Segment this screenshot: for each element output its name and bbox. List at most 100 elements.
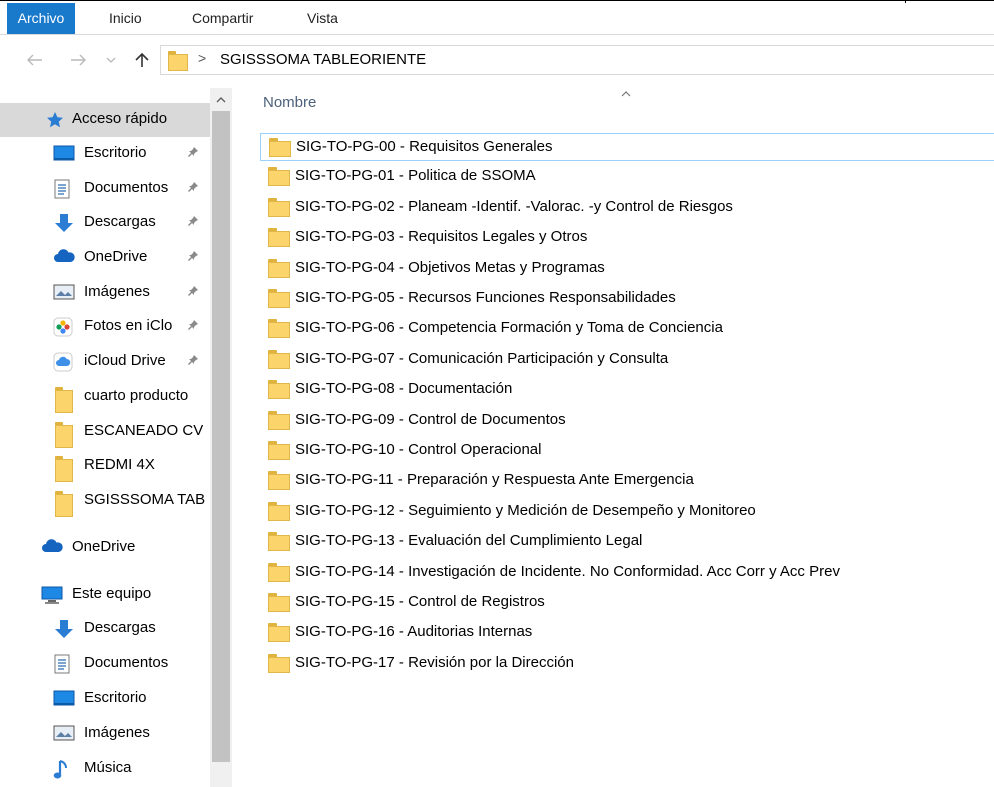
back-button[interactable] <box>23 45 47 75</box>
sidebar-item-música[interactable]: Música <box>0 752 210 786</box>
forward-arrow-icon <box>71 54 86 66</box>
recent-locations-button[interactable] <box>102 45 120 75</box>
sidebar-item-label: cuarto producto <box>84 387 189 404</box>
sidebar-item-acceso-rápido[interactable]: Acceso rápido <box>0 103 210 137</box>
file-name: SIG-TO-PG-15 - Control de Registros <box>295 593 545 610</box>
file-row[interactable]: SIG-TO-PG-01 - Politica de SSOMA <box>260 163 994 191</box>
file-name: SIG-TO-PG-02 - Planeam -Identif. -Valora… <box>295 197 733 215</box>
back-arrow-icon <box>27 54 42 66</box>
file-name: SIG-TO-PG-07 - Comunicación Participació… <box>295 349 669 367</box>
pin-icon <box>187 354 199 369</box>
file-name: SIG-TO-PG-05 - Recursos Funciones Respon… <box>295 289 676 306</box>
breadcrumb-separator[interactable]: > <box>198 50 206 66</box>
file-row[interactable]: SIG-TO-PG-17 - Revisión por la Dirección <box>260 650 994 678</box>
column-header-nombre[interactable]: Nombre <box>263 94 316 111</box>
sidebar-item-label: Escritorio <box>84 144 147 161</box>
pin-icon <box>187 285 199 300</box>
pin-icon <box>187 181 199 196</box>
folder-icon <box>268 349 290 369</box>
forward-button[interactable] <box>66 45 90 75</box>
file-row[interactable]: SIG-TO-PG-15 - Control de Registros <box>260 589 994 617</box>
file-row[interactable]: SIG-TO-PG-14 - Investigación de Incident… <box>260 559 994 587</box>
file-row[interactable]: SIG-TO-PG-00 - Requisitos Generales <box>260 133 994 161</box>
scrollbar-thumb[interactable] <box>212 111 230 762</box>
sidebar-item-cuarto-producto[interactable]: cuarto producto <box>0 380 210 414</box>
folder-icon <box>268 410 290 430</box>
address-bar[interactable]: > SGISSSOMA TABLEORIENTE <box>160 45 994 75</box>
cloud-icon <box>53 248 75 268</box>
file-row[interactable]: SIG-TO-PG-11 - Preparación y Respuesta A… <box>260 467 994 495</box>
sidebar-item-label: OneDrive <box>84 248 148 265</box>
scroll-up-button[interactable] <box>210 88 232 110</box>
sidebar-item-escritorio[interactable]: Escritorio <box>0 137 210 171</box>
file-row[interactable]: SIG-TO-PG-07 - Comunicación Participació… <box>260 346 994 374</box>
file-name: SIG-TO-PG-10 - Control Operacional <box>295 441 542 458</box>
file-name: SIG-TO-PG-14 - Investigación de Incident… <box>295 562 840 580</box>
pin-icon <box>187 146 199 161</box>
folder-icon <box>268 441 290 460</box>
pin-icon <box>187 250 199 265</box>
file-name: SIG-TO-PG-16 - Auditorias Internas <box>295 623 533 641</box>
tab-inicio[interactable]: Inicio <box>109 3 142 34</box>
sidebar-item-imágenes[interactable]: Imágenes <box>0 276 210 310</box>
photos-icon <box>53 317 75 337</box>
sidebar-item-fotos-en-iclo[interactable]: Fotos en iClo <box>0 310 210 344</box>
sidebar-item-redmi-4x[interactable]: REDMI 4X <box>0 449 210 483</box>
file-row[interactable]: SIG-TO-PG-02 - Planeam -Identif. -Valora… <box>260 194 994 222</box>
file-row[interactable]: SIG-TO-PG-09 - Control de Documentos <box>260 407 994 435</box>
file-name: SIG-TO-PG-13 - Evaluación del Cumplimien… <box>295 532 643 550</box>
sidebar-item-documentos[interactable]: Documentos <box>0 647 210 681</box>
file-row[interactable]: SIG-TO-PG-05 - Recursos Funciones Respon… <box>260 285 994 313</box>
sidebar-item-escritorio[interactable]: Escritorio <box>0 682 210 716</box>
sidebar-item-label: Imágenes <box>84 283 150 300</box>
sidebar-item-este-equipo[interactable]: Este equipo <box>0 578 210 612</box>
sidebar-item-descargas[interactable]: Descargas <box>0 206 210 240</box>
file-name: SIG-TO-PG-03 - Requisitos Legales y Otro… <box>295 228 588 246</box>
ribbon-tab-bar: Archivo Inicio Compartir Vista <box>0 3 994 35</box>
file-name: SIG-TO-PG-00 - Requisitos Generales <box>296 138 553 155</box>
sidebar-item-escaneado-cv[interactable]: ESCANEADO CV <box>0 415 210 449</box>
file-row[interactable]: SIG-TO-PG-03 - Requisitos Legales y Otro… <box>260 224 994 252</box>
file-row[interactable]: SIG-TO-PG-08 - Documentación <box>260 376 994 404</box>
breadcrumb-current-folder[interactable]: SGISSSOMA TABLEORIENTE <box>220 51 426 68</box>
file-row[interactable]: SIG-TO-PG-13 - Evaluación del Cumplimien… <box>260 528 994 556</box>
computer-icon <box>41 585 63 605</box>
sort-ascending-icon <box>621 86 631 100</box>
tab-vista[interactable]: Vista <box>307 3 338 34</box>
pictures-icon <box>53 283 75 303</box>
up-button[interactable] <box>130 45 154 75</box>
folder-icon <box>269 138 291 157</box>
file-name: SIG-TO-PG-12 - Seguimiento y Medición de… <box>295 501 756 519</box>
sidebar-item-label: Documentos <box>84 654 169 671</box>
folder-icon <box>55 387 77 413</box>
sidebar-item-sgisssoma-tab[interactable]: SGISSSOMA TAB <box>0 484 210 518</box>
file-name: SIG-TO-PG-17 - Revisión por la Dirección <box>295 653 574 671</box>
tab-archivo[interactable]: Archivo <box>7 3 75 34</box>
folder-icon <box>55 422 77 448</box>
desktop-icon <box>53 689 75 709</box>
sidebar-item-label: OneDrive <box>72 538 136 555</box>
folder-icon <box>268 228 290 248</box>
sidebar-item-imágenes[interactable]: Imágenes <box>0 717 210 751</box>
sidebar-item-label: Imágenes <box>84 724 150 741</box>
file-row[interactable]: SIG-TO-PG-10 - Control Operacional <box>260 437 994 465</box>
pictures-icon <box>53 724 75 744</box>
folder-icon <box>268 258 290 278</box>
file-row[interactable]: SIG-TO-PG-04 - Objetivos Metas y Program… <box>260 255 994 283</box>
navigation-pane-scrollbar[interactable] <box>210 88 232 787</box>
sidebar-item-icloud-drive[interactable]: iCloud Drive <box>0 345 210 379</box>
file-row[interactable]: SIG-TO-PG-16 - Auditorias Internas <box>260 619 994 647</box>
folder-icon <box>268 197 290 217</box>
sidebar-item-label: ESCANEADO CV <box>84 422 204 439</box>
sidebar-item-onedrive[interactable]: OneDrive <box>0 241 210 275</box>
chevron-down-icon <box>106 57 116 63</box>
file-row[interactable]: SIG-TO-PG-06 - Competencia Formación y T… <box>260 315 994 343</box>
file-row[interactable]: SIG-TO-PG-12 - Seguimiento y Medición de… <box>260 498 994 526</box>
folder-icon <box>268 532 290 552</box>
folder-icon <box>268 471 290 491</box>
sidebar-item-onedrive[interactable]: OneDrive <box>0 531 210 565</box>
sidebar-item-descargas[interactable]: Descargas <box>0 612 210 646</box>
folder-icon <box>268 289 290 308</box>
sidebar-item-documentos[interactable]: Documentos <box>0 172 210 206</box>
tab-compartir[interactable]: Compartir <box>192 3 253 34</box>
